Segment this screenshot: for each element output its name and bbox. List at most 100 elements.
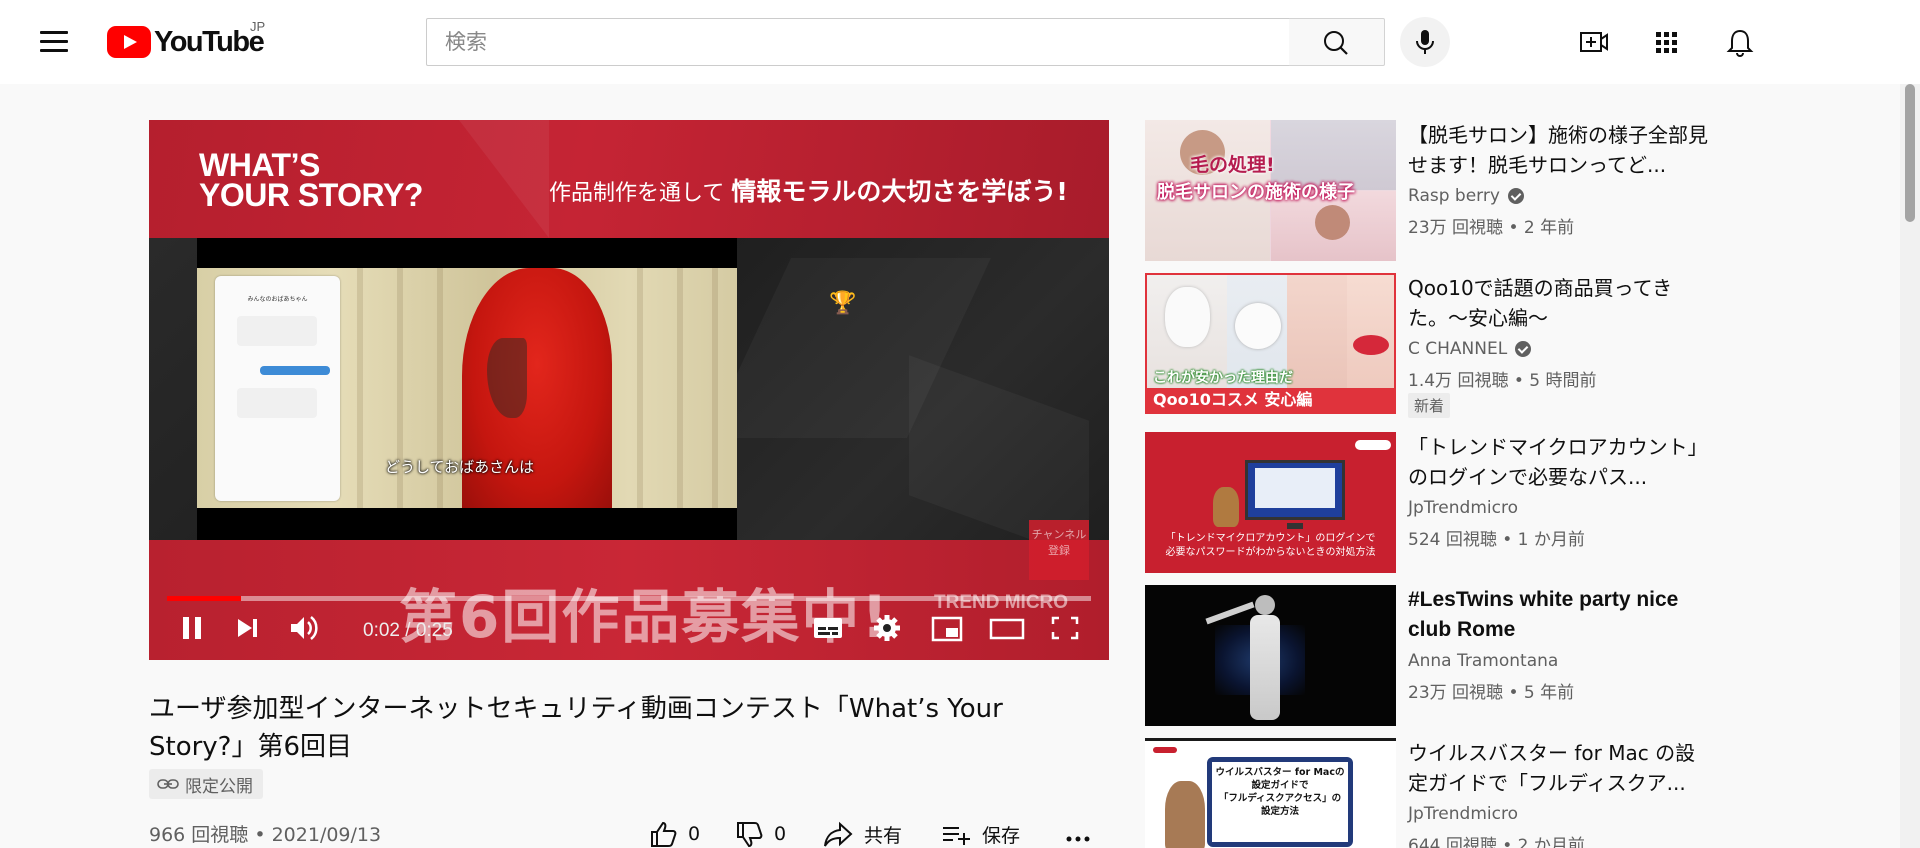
recommendation-title[interactable]: ウイルスバスター for Mac の設定ガイドで「フルディスクア...: [1408, 738, 1708, 798]
save-button[interactable]: 保存: [940, 818, 1020, 848]
subtitles-icon: [814, 618, 842, 638]
video-top-banner: WHAT’S YOUR STORY? 作品制作を通して 情報モラルの大切さを学ぼ…: [149, 120, 1109, 238]
channel-name: Anna Tramontana: [1408, 651, 1559, 671]
thumbnail-caption-line: 必要なパスワードがわからないときの対処方法: [1165, 547, 1376, 558]
recommendation-channel[interactable]: JpTrendmicro: [1408, 498, 1518, 518]
video-headline-line: WHAT’S: [199, 147, 320, 183]
dislike-icon: [737, 822, 763, 848]
dislike-count: 0: [774, 823, 787, 845]
thumbnail-caption: Qoo10コスメ 安心編: [1147, 388, 1394, 412]
bell-icon: [1726, 29, 1754, 57]
thumbnail-caption-line: ウイルスバスター for Macの: [1215, 767, 1345, 778]
channel-name: JpTrendmicro: [1408, 498, 1518, 518]
recommendation-title[interactable]: 「トレンドマイクロアカウント」のログインで必要なパス...: [1408, 432, 1708, 492]
more-icon: [1066, 836, 1090, 842]
share-button[interactable]: 共有: [822, 818, 902, 848]
like-button[interactable]: 0: [648, 818, 700, 848]
recommendation-item[interactable]: ウイルスバスター for Macの 設定ガイドで 「フルディスクアクセス」の 設…: [1145, 738, 1705, 848]
page-scrollbar[interactable]: [1900, 84, 1920, 848]
notifications-button[interactable]: [1720, 22, 1760, 62]
thumbnail-caption-line: 「フルディスクアクセス」の: [1218, 793, 1342, 804]
thumbnail-caption: これが安かった理由だ: [1153, 367, 1293, 387]
theater-mode-button[interactable]: [983, 608, 1031, 648]
volume-button[interactable]: [281, 608, 329, 648]
subtitles-button[interactable]: [804, 608, 852, 648]
fullscreen-button[interactable]: [1041, 608, 1089, 648]
phone-header: みんなのおばあちゃん: [247, 296, 308, 303]
inner-video-frame: みんなのおばあちゃん どうしておばあさんは: [197, 238, 737, 540]
video-player[interactable]: WHAT’S YOUR STORY? 作品制作を通して 情報モラルの大切さを学ぼ…: [149, 120, 1109, 660]
pause-icon: [183, 617, 201, 639]
video-headline-line: YOUR STORY?: [199, 177, 423, 213]
privacy-badge: 限定公開: [149, 769, 263, 799]
fullscreen-icon: [1051, 616, 1079, 640]
youtube-logo-icon: [107, 26, 151, 58]
recommendation-item[interactable]: #LesTwins white party nice club Rome Ann…: [1145, 585, 1705, 727]
recommendation-channel[interactable]: Rasp berry: [1408, 186, 1524, 206]
recommendation-meta: 23万 回視聴 • 2 年前: [1408, 218, 1575, 238]
pause-button[interactable]: [167, 608, 215, 648]
search-button[interactable]: [1289, 18, 1385, 66]
recommendation-meta: 644 回視聴 • 2 か月前: [1408, 836, 1585, 848]
recommendation-thumbnail[interactable]: 「トレンドマイクロアカウント」のログインで 必要なパスワードがわからないときの対…: [1145, 432, 1396, 573]
video-headline: WHAT’S YOUR STORY?: [199, 147, 423, 213]
apps-icon: [1656, 32, 1677, 53]
recommendation-channel[interactable]: C CHANNEL: [1408, 339, 1532, 359]
thumbnail-caption-line: Qoo10コスメ 安心編: [1153, 390, 1313, 409]
verified-icon: [1515, 341, 1532, 357]
channel-name: Rasp berry: [1408, 186, 1500, 206]
thumbnail-caption-line: 設定ガイドで: [1251, 780, 1309, 791]
recommendation-thumbnail[interactable]: これが安かった理由だ Qoo10コスメ 安心編: [1145, 273, 1396, 414]
settings-button[interactable]: [863, 608, 911, 648]
more-actions-button[interactable]: [1062, 818, 1104, 848]
video-tagline: 作品制作を通して 情報モラルの大切さを学ぼう!: [549, 172, 1068, 208]
trophy-icon: 🏆: [829, 290, 857, 315]
share-label: 共有: [864, 824, 903, 847]
recommendation-title[interactable]: 【脱毛サロン】施術の様子全部見せます！脱毛サロンってど...: [1408, 120, 1708, 180]
recommendation-title[interactable]: Qoo10で話題の商品買ってきた。〜安心編〜: [1408, 273, 1708, 333]
recommendation-channel[interactable]: JpTrendmicro: [1408, 804, 1518, 824]
thumbnail-caption-line: 設定方法: [1260, 806, 1299, 817]
time-display: 0:02 / 0:25: [363, 620, 453, 641]
tagline-prefix: 作品制作を通して: [549, 181, 725, 206]
recommendation-item[interactable]: これが安かった理由だ Qoo10コスメ 安心編 Qoo10で話題の商品買ってきた…: [1145, 273, 1708, 418]
recommendation-channel[interactable]: Anna Tramontana: [1408, 651, 1558, 671]
search-input[interactable]: [427, 19, 1289, 65]
channel-watermark[interactable]: チャンネル登録: [1029, 520, 1089, 580]
video-title: ユーザ参加型インターネットセキュリティ動画コンテスト「What’s Your S…: [149, 694, 1003, 762]
logo-text: YouTube: [154, 25, 265, 58]
next-icon: [238, 619, 257, 637]
masthead: YouTube JP: [0, 0, 1920, 84]
like-count: 0: [688, 823, 701, 845]
share-icon: [824, 821, 853, 847]
thumbnail-caption-line: 脱毛サロンの施術の様子: [1157, 182, 1355, 203]
recommendation-thumbnail[interactable]: [1145, 585, 1396, 726]
next-button[interactable]: [223, 608, 271, 648]
youtube-logo[interactable]: YouTube: [107, 24, 265, 60]
video-subtitle: どうしておばあさんは: [385, 458, 535, 476]
miniplayer-button[interactable]: [923, 608, 971, 648]
privacy-label: 限定公開: [185, 776, 253, 797]
thumbnail-caption: 脱毛サロンの施術の様子: [1157, 178, 1355, 204]
scrollbar-thumb[interactable]: [1905, 84, 1915, 222]
recommendation-title[interactable]: #LesTwins white party nice club Rome: [1408, 585, 1708, 645]
dislike-button[interactable]: 0: [734, 818, 786, 848]
thumbnail-caption-line: 「トレンドマイクロアカウント」のログインで: [1165, 533, 1376, 544]
theater-icon: [989, 618, 1025, 640]
save-label: 保存: [982, 824, 1021, 847]
voice-search-button[interactable]: [1400, 17, 1450, 67]
progress-bar[interactable]: [167, 596, 1091, 601]
mic-icon: [1416, 30, 1434, 54]
recommendation-item[interactable]: 「トレンドマイクロアカウント」のログインで 必要なパスワードがわからないときの対…: [1145, 432, 1708, 574]
recommendation-item[interactable]: 毛の処理! 脱毛サロンの施術の様子 【脱毛サロン】施術の様子全部見せます！脱毛サ…: [1145, 120, 1708, 262]
recommendation-thumbnail[interactable]: ウイルスバスター for Macの 設定ガイドで 「フルディスクアクセス」の 設…: [1145, 738, 1396, 848]
create-button[interactable]: [1574, 22, 1614, 62]
recommendation-meta: 1.4万 回視聴 • 5 時間前: [1408, 371, 1597, 391]
phone-screen: みんなのおばあちゃん: [215, 276, 340, 501]
thumbnail-caption-line: 毛の処理!: [1190, 154, 1275, 176]
settings-icon: [874, 615, 900, 641]
thumbnail-caption: 「トレンドマイクロアカウント」のログインで 必要なパスワードがわからないときの対…: [1145, 532, 1396, 560]
recommendation-thumbnail[interactable]: 毛の処理! 脱毛サロンの施術の様子: [1145, 120, 1396, 261]
apps-button[interactable]: [1646, 22, 1686, 62]
menu-icon[interactable]: [30, 22, 78, 62]
